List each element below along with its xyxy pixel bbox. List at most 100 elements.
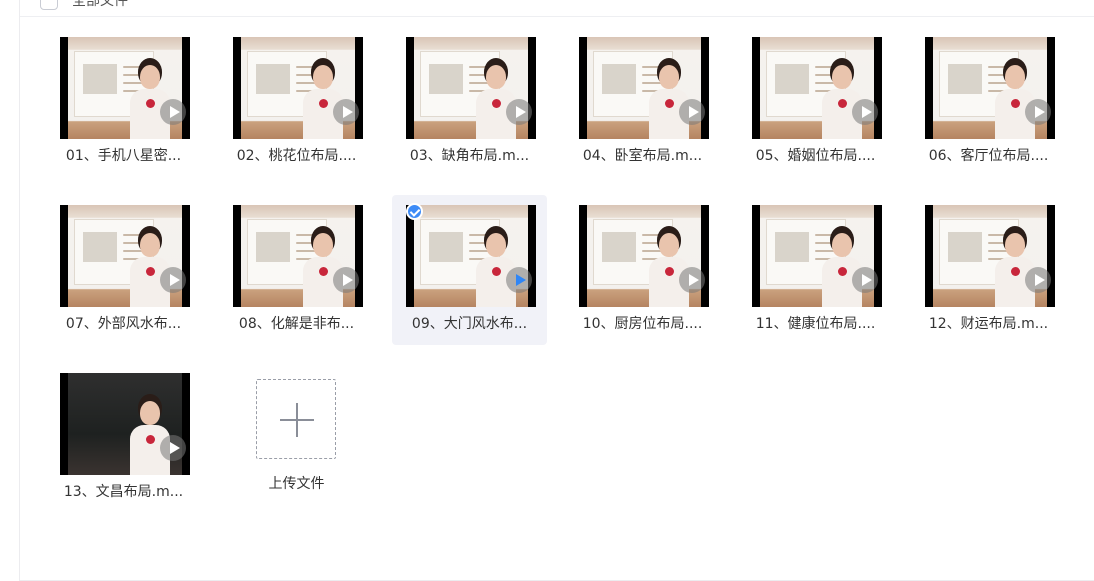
presenter-head bbox=[140, 65, 160, 89]
file-name: 07、外部风水布... bbox=[65, 316, 182, 332]
thumbnail-image bbox=[68, 373, 182, 475]
presenter-head bbox=[313, 233, 333, 257]
thumbnail-image bbox=[241, 205, 355, 307]
slide-figure bbox=[602, 64, 636, 94]
play-icon[interactable] bbox=[679, 267, 705, 293]
file-name: 13、文昌布局.m... bbox=[63, 484, 184, 500]
presenter-figure bbox=[301, 59, 345, 139]
thumbnail-image bbox=[68, 205, 182, 307]
play-icon[interactable] bbox=[160, 435, 186, 461]
file-tile[interactable]: 09、大门风水布... bbox=[392, 195, 547, 345]
plus-icon bbox=[280, 403, 314, 437]
presenter-figure bbox=[820, 227, 864, 307]
slide-figure bbox=[429, 232, 463, 262]
upload-file-button[interactable]: 上传文件 bbox=[219, 363, 374, 513]
play-icon[interactable] bbox=[333, 99, 359, 125]
video-thumbnail[interactable] bbox=[233, 205, 363, 307]
file-tile[interactable]: 01、手机八星密... bbox=[46, 27, 201, 177]
thumbnail-image bbox=[241, 37, 355, 139]
thumbnail-image bbox=[414, 37, 528, 139]
file-name: 05、婚姻位布局.... bbox=[755, 148, 876, 164]
play-icon[interactable] bbox=[679, 99, 705, 125]
play-icon[interactable] bbox=[852, 267, 878, 293]
presenter-figure bbox=[301, 227, 345, 307]
video-thumbnail[interactable] bbox=[579, 37, 709, 139]
presenter-figure bbox=[820, 59, 864, 139]
slide-figure bbox=[948, 232, 982, 262]
presenter-head bbox=[659, 65, 679, 89]
video-thumbnail[interactable] bbox=[925, 205, 1055, 307]
file-tile[interactable]: 05、婚姻位布局.... bbox=[738, 27, 893, 177]
presenter-figure bbox=[993, 59, 1037, 139]
thumbnail-image bbox=[587, 205, 701, 307]
video-thumbnail[interactable] bbox=[406, 205, 536, 307]
file-tile[interactable]: 06、客厅位布局.... bbox=[911, 27, 1066, 177]
presenter-head bbox=[313, 65, 333, 89]
file-tile[interactable]: 03、缺角布局.m... bbox=[392, 27, 547, 177]
presenter-figure bbox=[128, 395, 172, 475]
file-name: 12、财运布局.m... bbox=[928, 316, 1049, 332]
video-thumbnail[interactable] bbox=[579, 205, 709, 307]
presenter-head bbox=[1005, 65, 1025, 89]
play-icon[interactable] bbox=[160, 267, 186, 293]
presenter-figure bbox=[993, 227, 1037, 307]
file-tile[interactable]: 02、桃花位布局.... bbox=[219, 27, 374, 177]
selected-check-icon[interactable] bbox=[406, 203, 423, 220]
thumbnail-image bbox=[933, 37, 1047, 139]
play-icon[interactable] bbox=[1025, 267, 1051, 293]
file-tile[interactable]: 04、卧室布局.m... bbox=[565, 27, 720, 177]
upload-dropzone[interactable] bbox=[256, 379, 336, 459]
video-thumbnail[interactable] bbox=[925, 37, 1055, 139]
presenter-head bbox=[140, 401, 160, 425]
file-tile[interactable]: 12、财运布局.m... bbox=[911, 195, 1066, 345]
presenter-figure bbox=[474, 59, 518, 139]
thumbnail-image bbox=[68, 37, 182, 139]
slide-figure bbox=[775, 64, 809, 94]
file-name: 11、健康位布局.... bbox=[755, 316, 876, 332]
slide-figure bbox=[602, 232, 636, 262]
file-name: 10、厨房位布局.... bbox=[582, 316, 703, 332]
play-icon[interactable] bbox=[506, 267, 532, 293]
presenter-head bbox=[140, 233, 160, 257]
select-all-checkbox[interactable] bbox=[40, 0, 58, 10]
file-name: 02、桃花位布局.... bbox=[236, 148, 357, 164]
play-icon[interactable] bbox=[506, 99, 532, 125]
play-icon[interactable] bbox=[160, 99, 186, 125]
presenter-head bbox=[832, 233, 852, 257]
slide-figure bbox=[948, 64, 982, 94]
play-icon[interactable] bbox=[852, 99, 878, 125]
select-all-label: 全部文件 bbox=[72, 0, 128, 9]
slide-figure bbox=[83, 232, 117, 262]
file-name: 03、缺角布局.m... bbox=[409, 148, 530, 164]
video-thumbnail[interactable] bbox=[406, 37, 536, 139]
video-thumbnail[interactable] bbox=[752, 37, 882, 139]
presenter-head bbox=[659, 233, 679, 257]
video-thumbnail[interactable] bbox=[60, 373, 190, 475]
file-tile[interactable]: 13、文昌布局.m... bbox=[46, 363, 201, 513]
slide-figure bbox=[83, 64, 117, 94]
play-icon[interactable] bbox=[333, 267, 359, 293]
video-thumbnail[interactable] bbox=[752, 205, 882, 307]
slide-figure bbox=[256, 64, 290, 94]
file-tile[interactable]: 10、厨房位布局.... bbox=[565, 195, 720, 345]
file-name: 06、客厅位布局.... bbox=[928, 148, 1049, 164]
video-thumbnail[interactable] bbox=[60, 205, 190, 307]
file-tile[interactable]: 08、化解是非布... bbox=[219, 195, 374, 345]
thumbnail-image bbox=[760, 37, 874, 139]
slide-figure bbox=[775, 232, 809, 262]
presenter-head bbox=[486, 65, 506, 89]
play-icon[interactable] bbox=[1025, 99, 1051, 125]
video-thumbnail[interactable] bbox=[60, 37, 190, 139]
thumbnail-image bbox=[587, 37, 701, 139]
slide-figure bbox=[429, 64, 463, 94]
file-tile[interactable]: 11、健康位布局.... bbox=[738, 195, 893, 345]
file-name: 08、化解是非布... bbox=[238, 316, 355, 332]
presenter-head bbox=[1005, 233, 1025, 257]
upload-label: 上传文件 bbox=[268, 476, 325, 492]
presenter-head bbox=[832, 65, 852, 89]
file-tile[interactable]: 07、外部风水布... bbox=[46, 195, 201, 345]
thumbnail-image bbox=[414, 205, 528, 307]
presenter-figure bbox=[128, 59, 172, 139]
file-name: 01、手机八星密... bbox=[65, 148, 182, 164]
video-thumbnail[interactable] bbox=[233, 37, 363, 139]
